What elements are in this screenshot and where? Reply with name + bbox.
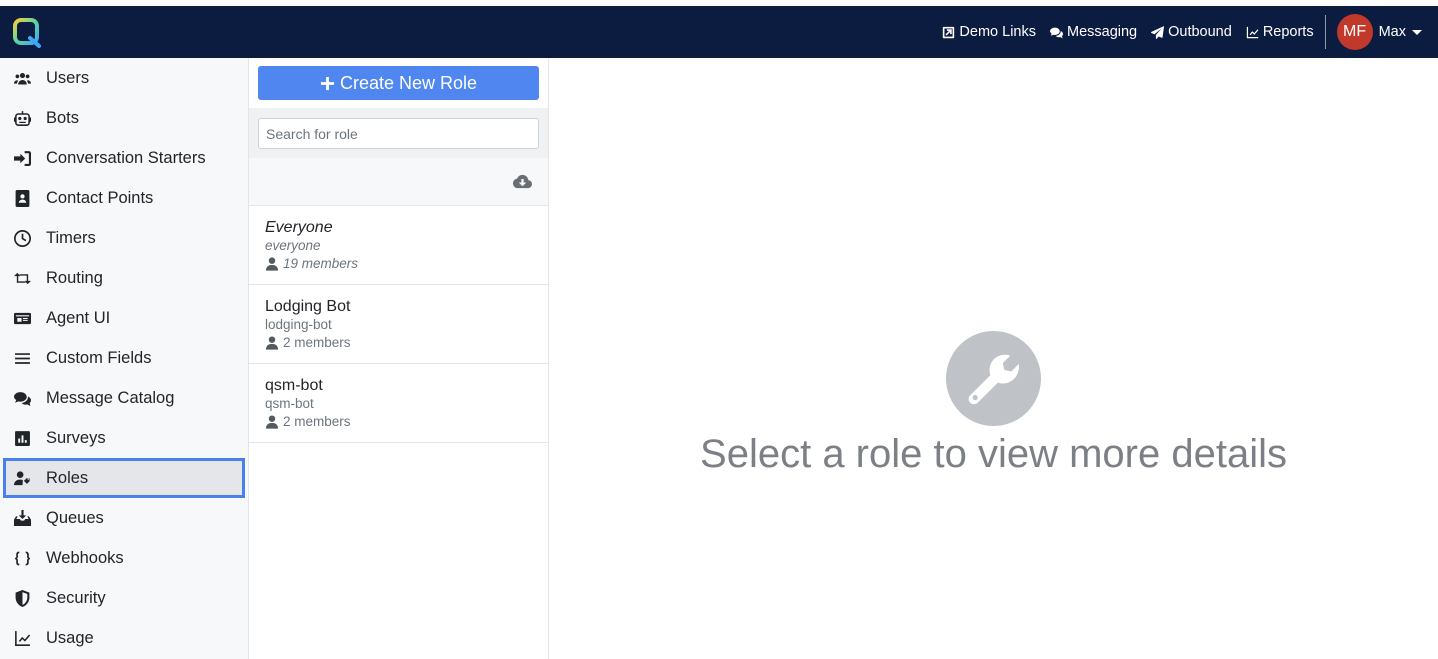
inbox-download-icon <box>14 509 31 526</box>
sidebar-item-queues[interactable]: Queues <box>0 498 248 538</box>
sidebar-item-users[interactable]: Users <box>0 58 248 98</box>
empty-state-badge <box>946 331 1041 426</box>
sidebar-item-label: Security <box>46 588 106 607</box>
paper-plane-icon <box>1151 25 1165 39</box>
role-details-pane: Select a role to view more details <box>549 58 1438 659</box>
empty-state-message: Select a role to view more details <box>700 432 1287 476</box>
users-icon <box>14 72 31 84</box>
role-members: 2 members <box>265 412 548 431</box>
bars-icon <box>15 352 30 364</box>
top-nav-links: Demo Links Messaging Outbound Reports MF… <box>928 6 1422 58</box>
role-name: qsm-bot <box>265 377 323 394</box>
sidebar-item-label: Conversation Starters <box>46 148 206 167</box>
sidebar-item-label: Queues <box>46 508 104 527</box>
address-book-icon <box>15 189 30 207</box>
sidebar-item-label: Bots <box>46 108 80 127</box>
user-icon <box>265 335 279 350</box>
role-members-count: 2 members <box>283 414 351 429</box>
role-slug: qsm-bot <box>265 396 314 411</box>
clock-icon <box>14 229 31 247</box>
user-tag-icon <box>14 470 30 485</box>
role-members-count: 19 members <box>283 256 359 271</box>
role-slug: everyone <box>265 238 321 253</box>
sidebar-item-label: Surveys <box>46 428 106 447</box>
app-logo-icon[interactable] <box>12 18 42 48</box>
sidebar-item-label: Timers <box>46 228 96 247</box>
external-link-icon <box>943 26 955 38</box>
role-item-qsm-bot[interactable]: qsm-bot qsm-bot 2 members <box>249 364 548 443</box>
sidebar-item-label: Roles <box>46 468 89 487</box>
sidebar-item-label: Message Catalog <box>46 388 175 407</box>
sidebar-item-custom-fields[interactable]: Custom Fields <box>0 338 248 378</box>
nav-reports-label: Reports <box>1262 24 1314 40</box>
sign-in-icon <box>14 150 31 166</box>
sidebar-item-usage[interactable]: Usage <box>0 618 248 658</box>
roles-panel: Create New Role Everyone everyone 19 mem… <box>249 58 549 659</box>
role-item-everyone[interactable]: Everyone everyone 19 members <box>249 206 548 285</box>
nav-demo-links[interactable]: Demo Links <box>942 24 1036 40</box>
sidebar-item-contact-points[interactable]: Contact Points <box>0 178 248 218</box>
sidebar-item-label: Agent UI <box>46 308 111 327</box>
role-members-count: 2 members <box>283 335 351 350</box>
top-navbar: Demo Links Messaging Outbound Reports MF… <box>0 6 1438 58</box>
nav-messaging-label: Messaging <box>1066 24 1138 40</box>
role-toolbar <box>249 158 548 206</box>
retweet-icon <box>14 272 31 284</box>
sidebar-item-agent-ui[interactable]: Agent UI <box>0 298 248 338</box>
role-name: Lodging Bot <box>265 298 351 315</box>
nav-divider <box>1324 15 1326 49</box>
sidebar-item-label: Contact Points <box>46 188 154 207</box>
nav-outbound[interactable]: Outbound <box>1151 24 1232 40</box>
sidebar-item-timers[interactable]: Timers <box>0 218 248 258</box>
comments-icon <box>1049 27 1063 38</box>
nav-reports[interactable]: Reports <box>1246 24 1314 40</box>
line-chart-icon <box>1246 26 1259 38</box>
sidebar-item-label: Usage <box>46 628 94 647</box>
role-item-lodging-bot[interactable]: Lodging Bot lodging-bot 2 members <box>249 285 548 364</box>
create-new-role-button[interactable]: Create New Role <box>258 66 539 100</box>
user-icon <box>265 256 279 271</box>
role-slug: lodging-bot <box>265 317 332 332</box>
sidebar-item-roles[interactable]: Roles <box>3 458 245 498</box>
user-name[interactable]: Max <box>1379 24 1406 40</box>
role-search-bar <box>249 108 548 158</box>
role-search-input[interactable] <box>258 118 539 149</box>
sidebar-item-security[interactable]: Security <box>0 578 248 618</box>
sidebar-item-surveys[interactable]: Surveys <box>0 418 248 458</box>
wrench-icon <box>968 354 1019 404</box>
user-initials: MF <box>1343 23 1367 40</box>
shield-icon <box>15 589 30 607</box>
sidebar-item-webhooks[interactable]: Webhooks <box>0 538 248 578</box>
role-members: 2 members <box>265 333 548 352</box>
role-name: Everyone <box>265 219 333 236</box>
cloud-download-icon[interactable] <box>513 174 532 190</box>
nav-outbound-label: Outbound <box>1168 24 1232 40</box>
user-avatar[interactable]: MF <box>1336 14 1373 50</box>
sidebar-item-label: Users <box>46 68 90 87</box>
plus-icon <box>320 76 335 90</box>
nav-messaging[interactable]: Messaging <box>1049 24 1138 40</box>
role-members: 19 members <box>265 254 548 273</box>
id-card-icon <box>14 312 31 324</box>
create-new-role-label: Create New Role <box>339 72 478 93</box>
sidebar: Users Bots Conversation Starters Contact… <box>0 58 249 659</box>
sidebar-item-message-catalog[interactable]: Message Catalog <box>0 378 248 418</box>
robot-icon <box>14 110 31 126</box>
sidebar-item-conversation-starters[interactable]: Conversation Starters <box>0 138 248 178</box>
poll-icon <box>15 430 30 446</box>
role-list: Everyone everyone 19 members Lodging Bot… <box>249 206 548 443</box>
sidebar-item-label: Routing <box>46 268 103 287</box>
sidebar-item-label: Custom Fields <box>46 348 152 367</box>
sidebar-item-routing[interactable]: Routing <box>0 258 248 298</box>
sidebar-item-label: Webhooks <box>46 548 124 567</box>
sidebar-item-bots[interactable]: Bots <box>0 98 248 138</box>
braces-icon <box>15 551 30 565</box>
area-chart-icon <box>15 630 31 646</box>
nav-demo-links-label: Demo Links <box>959 24 1036 40</box>
comments-icon <box>14 391 31 406</box>
chevron-down-icon[interactable] <box>1412 29 1422 35</box>
user-icon <box>265 414 279 429</box>
